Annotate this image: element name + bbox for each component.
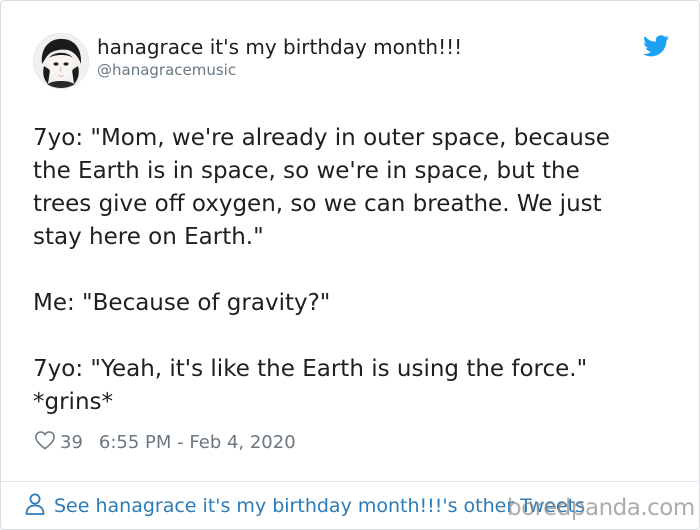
avatar-photo-icon (34, 34, 88, 88)
tweet-text: 7yo: "Mom, we're already in outer space,… (33, 125, 610, 415)
like-count[interactable]: 39 (60, 432, 83, 453)
twitter-bird-icon[interactable] (643, 35, 669, 57)
tweet-card: hanagrace it's my birthday month!!! @han… (0, 0, 700, 530)
tweet-meta: 39 6:55 PM - Feb 4, 2020 (34, 429, 296, 455)
heart-icon[interactable] (34, 430, 60, 455)
divider (1, 481, 699, 482)
user-handle[interactable]: @hanagracemusic (97, 61, 236, 79)
avatar[interactable] (33, 33, 89, 89)
person-icon (25, 493, 54, 520)
display-name[interactable]: hanagrace it's my birthday month!!! (97, 35, 462, 59)
tweet-timestamp[interactable]: 6:55 PM - Feb 4, 2020 (99, 432, 296, 453)
see-other-tweets-label[interactable]: See hanagrace it's my birthday month!!!'… (54, 495, 585, 517)
see-other-tweets-link[interactable]: See hanagrace it's my birthday month!!!'… (25, 493, 585, 519)
watermark: boredpanda.com (507, 495, 695, 521)
